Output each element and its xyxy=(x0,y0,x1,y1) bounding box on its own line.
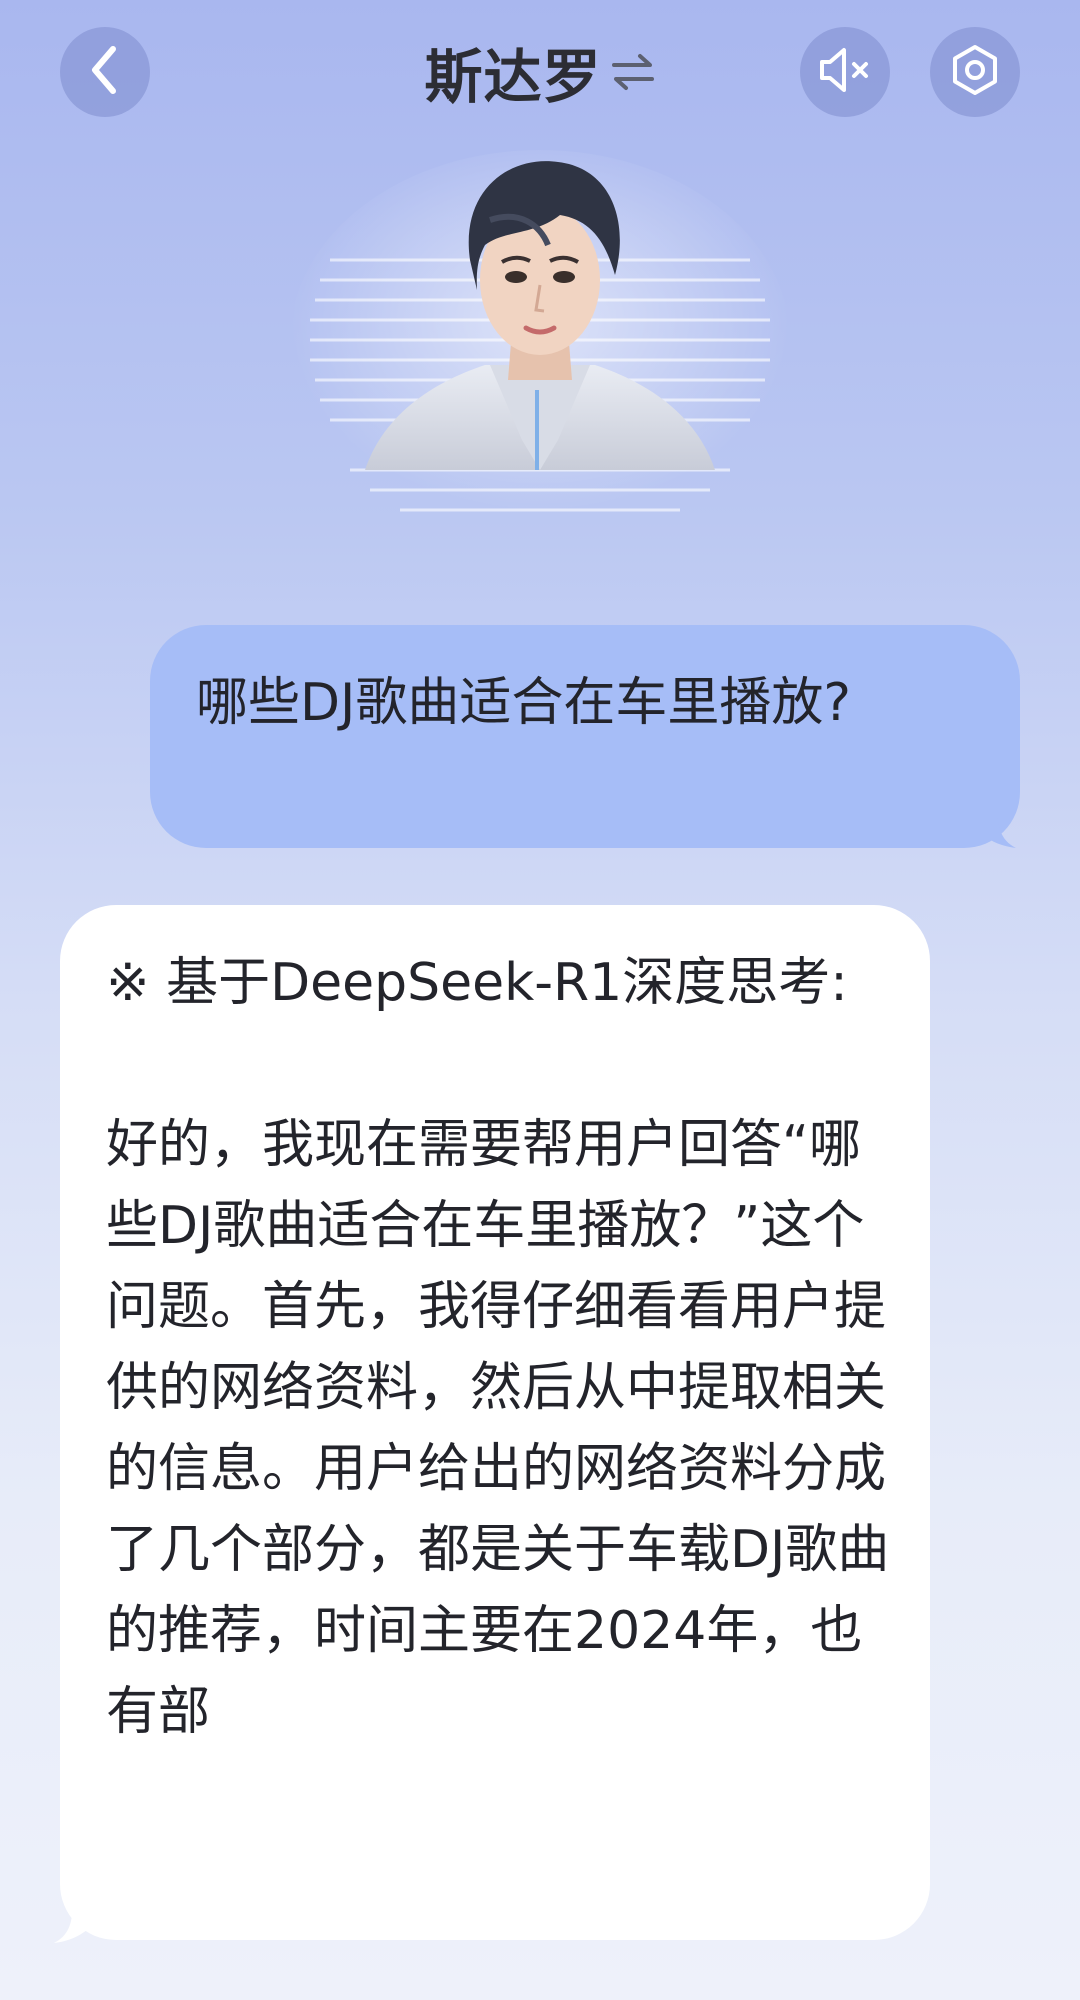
ai-response-bubble[interactable]: ※ 基于DeepSeek-R1深度思考: 好的，我现在需要帮用户回答“哪些DJ歌… xyxy=(60,905,930,1940)
character-avatar xyxy=(290,140,790,540)
user-bubble-tail xyxy=(960,800,1020,854)
hexagon-settings-icon xyxy=(948,43,1002,101)
user-message-bubble[interactable]: 哪些DJ歌曲适合在车里播放? xyxy=(150,625,1020,848)
settings-button[interactable] xyxy=(930,27,1020,117)
speaker-muted-icon xyxy=(816,46,874,98)
ai-thinking-header: ※ 基于DeepSeek-R1深度思考: xyxy=(106,953,848,1013)
mute-button[interactable] xyxy=(800,27,890,117)
swap-arrows-icon[interactable] xyxy=(610,52,656,92)
page-title: 斯达罗 xyxy=(424,43,602,111)
header-title-area: 斯达罗 xyxy=(0,30,1080,114)
ai-response-text: 好的，我现在需要帮用户回答“哪些DJ歌曲适合在车里播放？”这个问题。首先，我得仔… xyxy=(106,1115,890,1742)
user-message-text: 哪些DJ歌曲适合在车里播放? xyxy=(196,673,851,733)
ai-bubble-tail xyxy=(50,1895,110,1949)
